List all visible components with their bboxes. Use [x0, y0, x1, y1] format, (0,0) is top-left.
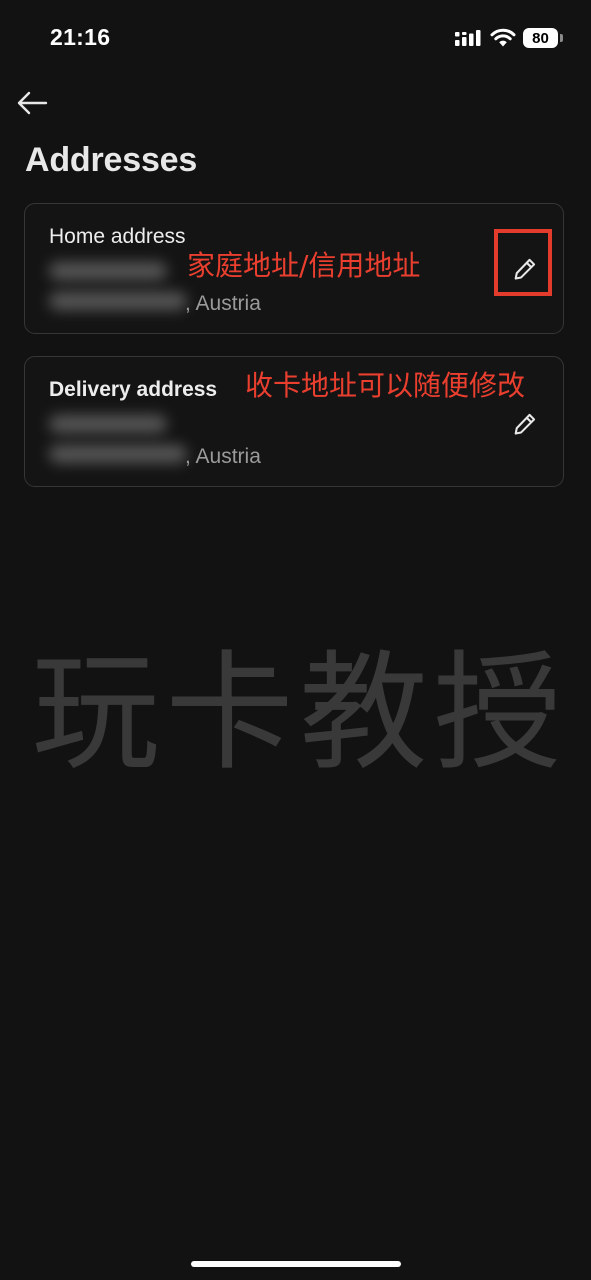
delivery-address-label: Delivery address: [49, 378, 218, 401]
delivery-address-card[interactable]: Delivery address , Austria 收卡地址可以随便修改: [24, 356, 564, 487]
home-address-card[interactable]: Home address , Austria 家庭地址/信用地址: [24, 203, 564, 334]
pencil-icon: [514, 258, 536, 280]
watermark: 玩卡教授: [31, 639, 568, 788]
redacted-address-lines: [49, 411, 189, 473]
status-time: 21:16: [50, 24, 111, 50]
signal-icon: [455, 30, 481, 46]
home-address-annotation: 家庭地址/信用地址: [187, 249, 421, 282]
delivery-address-country: , Austria: [185, 445, 261, 468]
redacted-address-lines: [49, 258, 189, 320]
delivery-address-annotation: 收卡地址可以随便修改: [245, 369, 526, 402]
edit-delivery-address-button[interactable]: [502, 401, 548, 447]
home-indicator[interactable]: [191, 1261, 401, 1267]
battery-level: 80: [523, 28, 558, 48]
status-bar: 21:16 80: [0, 0, 591, 76]
home-address-country: , Austria: [185, 292, 261, 315]
wifi-icon: [490, 28, 516, 47]
status-icons: 80: [455, 25, 563, 51]
home-address-label: Home address: [49, 225, 186, 248]
arrow-left-icon: [17, 91, 48, 115]
edit-home-address-button[interactable]: [502, 246, 548, 292]
back-button[interactable]: [12, 86, 52, 120]
pencil-icon: [514, 413, 536, 435]
page-title: Addresses: [25, 141, 198, 179]
battery-icon: 80: [523, 28, 563, 48]
